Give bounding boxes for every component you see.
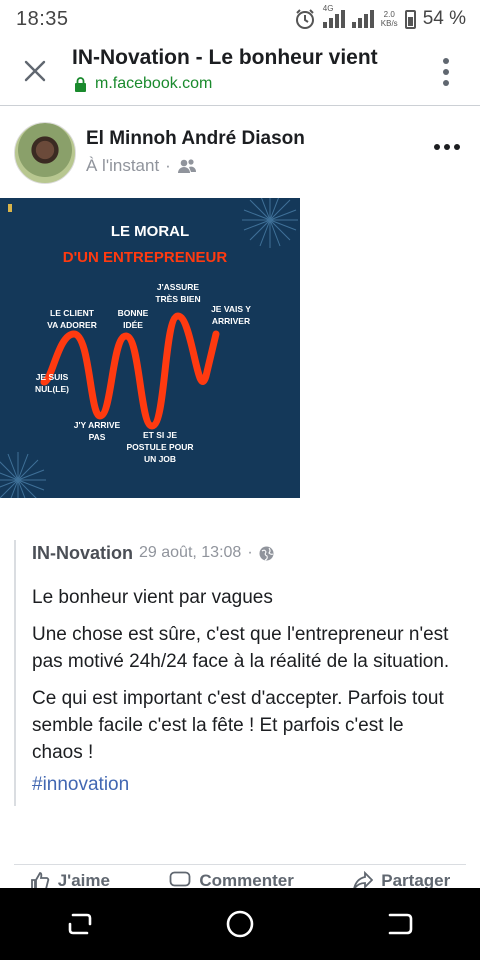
starburst-top-right xyxy=(242,198,298,248)
overflow-menu-icon[interactable] xyxy=(442,58,450,86)
avatar[interactable] xyxy=(14,122,76,184)
label-assure-1: J'ASSURE xyxy=(157,282,200,292)
label-assure-2: TRÈS BIEN xyxy=(155,294,200,304)
signal-icon-2 xyxy=(351,10,374,28)
network-speed: 2.0 KB/s xyxy=(381,10,398,28)
post-author[interactable]: El Minnoh André Diason xyxy=(86,128,305,150)
shared-page-name[interactable]: IN-Novation xyxy=(32,543,133,564)
hashtag-link[interactable]: #innovation xyxy=(32,774,454,796)
browser-toolbar: IN-Novation - Le bonheur vient m.faceboo… xyxy=(0,38,480,106)
label-nul-2: NUL(LE) xyxy=(35,384,69,394)
close-icon[interactable] xyxy=(22,58,48,84)
post-options-icon[interactable] xyxy=(434,144,460,150)
share-icon xyxy=(353,871,374,888)
share-button[interactable]: Partager xyxy=(353,868,450,888)
thumbs-up-icon xyxy=(30,872,49,888)
label-postule-1: ET SI JE xyxy=(143,430,177,440)
label-client-2: VA ADORER xyxy=(47,320,97,330)
alarm-icon xyxy=(295,9,314,29)
recent-apps-icon[interactable] xyxy=(65,909,95,939)
label-arrive-1: J'Y ARRIVE xyxy=(74,420,121,430)
system-nav-bar xyxy=(0,888,480,960)
page-title: IN-Novation - Le bonheur vient xyxy=(72,46,378,69)
friends-icon xyxy=(177,159,196,173)
label-client-1: LE CLIENT xyxy=(50,308,95,318)
like-label: J'aime xyxy=(57,871,110,888)
meta-separator: · xyxy=(165,156,171,175)
action-divider xyxy=(14,864,466,865)
url-row[interactable]: m.facebook.com xyxy=(74,75,212,93)
logo-mark xyxy=(8,204,12,212)
status-time: 18:35 xyxy=(16,7,69,30)
like-button[interactable]: J'aime xyxy=(30,868,110,888)
label-vais-2: ARRIVER xyxy=(212,316,250,326)
shared-post-date[interactable]: 29 août, 13:08 xyxy=(139,544,241,562)
globe-icon xyxy=(259,546,274,561)
shared-paragraph-2: Une chose est sûre, c'est que l'entrepre… xyxy=(32,624,450,672)
post-meta: À l'instant · xyxy=(86,156,197,176)
post-header: El Minnoh André Diason À l'instant · xyxy=(0,116,480,186)
label-idee-1: BONNE xyxy=(118,308,149,318)
network-label: 4G xyxy=(322,4,334,13)
shared-separator: · xyxy=(247,544,253,561)
post-time[interactable]: À l'instant xyxy=(86,156,159,176)
back-icon[interactable] xyxy=(385,909,415,939)
mood-wave xyxy=(40,312,220,430)
battery-icon xyxy=(404,9,416,29)
label-postule-3: UN JOB xyxy=(144,454,176,464)
post-image[interactable]: LE MORAL D'UN ENTREPRENEUR LE CLIENT VA … xyxy=(0,198,300,498)
moral-infographic: LE MORAL D'UN ENTREPRENEUR LE CLIENT VA … xyxy=(0,198,298,498)
speed-unit: KB/s xyxy=(380,19,398,28)
comment-icon xyxy=(169,871,191,887)
speed-value: 2.0 xyxy=(383,10,395,19)
shared-paragraph-1: Le bonheur vient par vagues xyxy=(32,587,273,608)
label-vais-1: JE VAIS Y xyxy=(211,304,251,314)
label-nul-1: JE SUIS xyxy=(36,372,69,382)
comment-label: Commenter xyxy=(199,871,294,888)
share-label: Partager xyxy=(381,871,451,888)
post-actions: J'aime Commenter Partager xyxy=(0,868,480,888)
label-postule-2: POSTULE POUR xyxy=(126,442,193,452)
starburst-bottom-left xyxy=(0,452,46,498)
status-bar: 18:35 4G 2.0 KB/s 54 % xyxy=(0,0,480,38)
shared-paragraph-3: Ce qui est important c'est d'accepter. P… xyxy=(32,688,444,763)
shared-post-header: IN-Novation 29 août, 13:08 · xyxy=(32,540,454,566)
url-text: m.facebook.com xyxy=(95,75,213,92)
label-arrive-2: PAS xyxy=(89,432,106,442)
home-icon[interactable] xyxy=(224,908,256,940)
shared-post[interactable]: IN-Novation 29 août, 13:08 · Le bonheur … xyxy=(14,540,454,806)
status-icons: 4G 2.0 KB/s 54 % xyxy=(294,4,466,30)
image-title-1: LE MORAL xyxy=(111,223,189,240)
signal-icon: 4G xyxy=(322,4,345,28)
label-idee-2: IDÉE xyxy=(123,320,143,330)
lock-icon xyxy=(75,76,86,92)
battery-percent: 54 % xyxy=(422,8,466,29)
comment-button[interactable]: Commenter xyxy=(169,868,294,888)
image-title-2: D'UN ENTREPRENEUR xyxy=(63,249,228,266)
